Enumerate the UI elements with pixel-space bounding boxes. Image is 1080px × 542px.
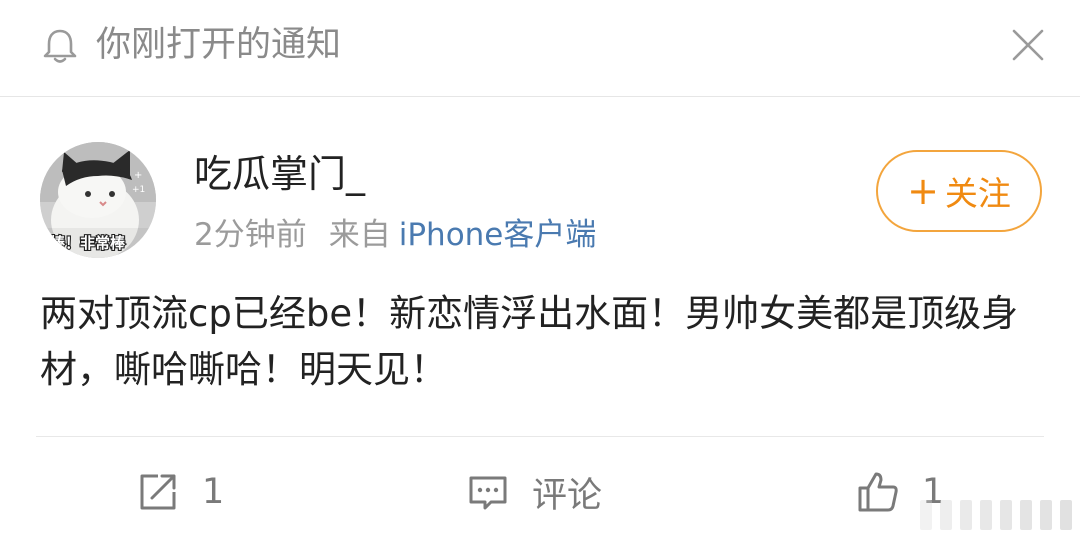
- comment-button[interactable]: 评论: [466, 466, 602, 518]
- svg-text:+: +: [134, 170, 142, 181]
- close-icon[interactable]: [1010, 27, 1046, 63]
- notification-bar: 你刚打开的通知: [0, 0, 1080, 97]
- post-meta: 2分钟前 来自 iPhone客户端: [194, 214, 596, 256]
- comment-icon: [469, 476, 507, 510]
- thumbs-up-icon: [858, 472, 898, 512]
- bell-icon: [43, 29, 77, 63]
- cat-avatar-image: + +1 棒！非常棒: [40, 142, 156, 258]
- device-link[interactable]: iPhone客户端: [399, 217, 597, 253]
- follow-label: 关注: [944, 174, 1011, 213]
- author-name[interactable]: 吃瓜掌门_: [194, 150, 365, 198]
- repost-icon: [140, 474, 176, 510]
- follow-button[interactable]: + 关注: [876, 150, 1042, 232]
- post-time: 2分钟前: [194, 217, 307, 253]
- svg-text:+1: +1: [132, 185, 145, 195]
- source-label: 来自: [328, 217, 391, 253]
- notification-text: 你刚打开的通知: [96, 25, 342, 65]
- watermark-stripes: [908, 488, 1080, 542]
- post-content: 两对顶流cp已经be！新恋情浮出水面！男帅女美都是顶级身材，嘶哈嘶哈！明天见！: [40, 292, 1019, 391]
- repost-button[interactable]: 1: [136, 466, 224, 518]
- comment-label: 评论: [532, 475, 603, 516]
- avatar-caption: 棒！非常棒: [50, 234, 126, 252]
- repost-count: 1: [202, 472, 225, 512]
- divider: [36, 436, 1044, 437]
- plus-icon: +: [907, 169, 939, 213]
- avatar[interactable]: + +1 棒！非常棒: [40, 142, 156, 258]
